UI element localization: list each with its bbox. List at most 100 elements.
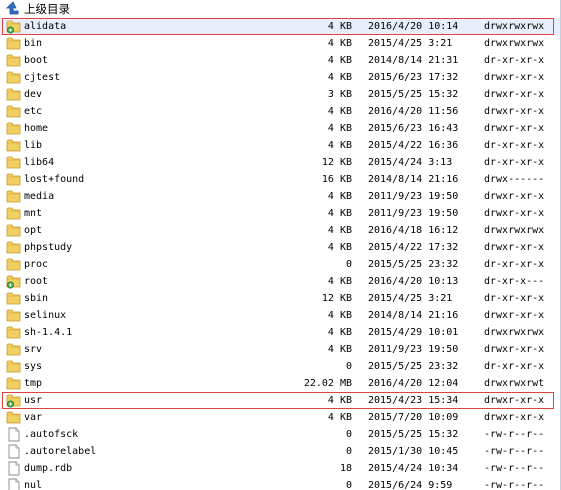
file-name: tmp: [24, 378, 43, 389]
file-name: phpstudy: [24, 242, 73, 253]
file-date: 2015/7/20 10:09: [368, 412, 459, 423]
file-list: alidata 4 KB 2016/4/20 10:14 drwxrwxrwx bin 4…: [0, 18, 560, 490]
file-date: 2015/5/25 15:32: [368, 89, 459, 100]
file-row[interactable]: opt 4 KB 2016/4/18 16:12 drwxrwxrwx: [0, 222, 560, 239]
file-size: 0: [345, 446, 352, 457]
file-row[interactable]: selinux 4 KB 2014/8/14 21:16 drwxr-xr-x: [0, 307, 560, 324]
file-row[interactable]: etc 4 KB 2016/4/20 11:56 drwxr-xr-x: [0, 103, 560, 120]
file-icon: [6, 478, 22, 490]
file-row[interactable]: sys 0 2015/5/25 23:32 dr-xr-xr-x: [0, 358, 560, 375]
folder-icon: [6, 410, 22, 425]
file-date: 2015/4/24 10:34: [368, 463, 459, 474]
file-size: 12 KB: [321, 157, 352, 168]
file-permissions: drwxr-xr-x: [484, 191, 545, 202]
file-date: 2015/5/25 23:32: [368, 361, 459, 372]
file-name: mnt: [24, 208, 43, 219]
file-size: 12 KB: [321, 293, 352, 304]
file-row[interactable]: home 4 KB 2015/6/23 16:43 drwxr-xr-x: [0, 120, 560, 137]
parent-directory-link[interactable]: 上级目录: [0, 0, 560, 18]
file-row[interactable]: alidata 4 KB 2016/4/20 10:14 drwxrwxrwx: [0, 18, 560, 35]
file-size: 4 KB: [327, 208, 352, 219]
file-size: 4 KB: [327, 21, 352, 32]
file-permissions: drwxrwxrwx: [484, 225, 545, 236]
folder-icon: [6, 342, 22, 357]
file-permissions: drwxr-xr-x: [484, 242, 545, 253]
folder-icon: [6, 138, 22, 153]
file-date: 2015/6/23 16:43: [368, 123, 459, 134]
file-row[interactable]: dev 3 KB 2015/5/25 15:32 drwxr-xr-x: [0, 86, 560, 103]
file-size: 4 KB: [327, 327, 352, 338]
file-row[interactable]: lost+found 16 KB 2014/8/14 21:16 drwx------: [0, 171, 560, 188]
file-row[interactable]: sh-1.4.1 4 KB 2015/4/29 10:01 drwxrwxrwx: [0, 324, 560, 341]
file-size: 4 KB: [327, 412, 352, 423]
file-name: root: [24, 276, 49, 287]
file-row[interactable]: phpstudy 4 KB 2015/4/22 17:32 drwxr-xr-x: [0, 239, 560, 256]
file-size: 4 KB: [327, 106, 352, 117]
file-date: 2016/4/18 16:12: [368, 225, 459, 236]
file-name: sys: [24, 361, 43, 372]
file-date: 2016/4/20 11:56: [368, 106, 459, 117]
file-date: 2015/4/22 17:32: [368, 242, 459, 253]
file-name: nul: [24, 480, 43, 490]
file-size: 4 KB: [327, 395, 352, 406]
file-size: 4 KB: [327, 344, 352, 355]
file-row[interactable]: media 4 KB 2011/9/23 19:50 drwxr-xr-x: [0, 188, 560, 205]
file-row[interactable]: bin 4 KB 2015/4/25 3:21 drwxrwxrwx: [0, 35, 560, 52]
file-row[interactable]: proc 0 2015/5/25 23:32 dr-xr-xr-x: [0, 256, 560, 273]
file-name: lost+found: [24, 174, 85, 185]
file-permissions: dr-xr-xr-x: [484, 55, 545, 66]
file-row[interactable]: tmp 22.02 MB 2016/4/20 12:04 drwxrwxrwt: [0, 375, 560, 392]
file-date: 2015/4/25 3:21: [368, 293, 453, 304]
file-size: 4 KB: [327, 191, 352, 202]
file-permissions: drwxr-xr-x: [484, 395, 545, 406]
file-size: 4 KB: [327, 55, 352, 66]
file-permissions: drwxrwxrwx: [484, 327, 545, 338]
file-date: 2014/8/14 21:31: [368, 55, 459, 66]
folder-icon: [6, 206, 22, 221]
file-permissions: -rw-r--r--: [484, 480, 545, 490]
file-permissions: dr-xr-xr-x: [484, 361, 545, 372]
file-size: 4 KB: [327, 242, 352, 253]
file-name: lib: [24, 140, 43, 151]
file-permissions: dr-xr-xr-x: [484, 140, 545, 151]
file-name: cjtest: [24, 72, 61, 83]
highlight-box: [2, 392, 554, 409]
file-name: sbin: [24, 293, 49, 304]
folder-plus-icon: [6, 393, 22, 408]
file-row[interactable]: boot 4 KB 2014/8/14 21:31 dr-xr-xr-x: [0, 52, 560, 69]
file-row[interactable]: root 4 KB 2016/4/20 10:13 dr-xr-x---: [0, 273, 560, 290]
file-permissions: drwx------: [484, 174, 545, 185]
file-date: 2011/9/23 19:50: [368, 344, 459, 355]
file-size: 0: [345, 361, 352, 372]
file-row[interactable]: var 4 KB 2015/7/20 10:09 drwxr-xr-x: [0, 409, 560, 426]
file-permissions: drwxr-xr-x: [484, 89, 545, 100]
file-row[interactable]: sbin 12 KB 2015/4/25 3:21 dr-xr-xr-x: [0, 290, 560, 307]
file-name: srv: [24, 344, 43, 355]
file-permissions: dr-xr-xr-x: [484, 259, 545, 270]
file-size: 0: [345, 480, 352, 490]
file-date: 2015/4/29 10:01: [368, 327, 459, 338]
folder-icon: [6, 87, 22, 102]
file-name: .autorelabel: [24, 446, 97, 457]
file-row[interactable]: usr 4 KB 2015/4/23 15:34 drwxr-xr-x: [0, 392, 560, 409]
file-permissions: drwxr-xr-x: [484, 106, 545, 117]
file-row[interactable]: nul 0 2015/6/24 9:59 -rw-r--r--: [0, 477, 560, 490]
file-row[interactable]: .autorelabel 0 2015/1/30 10:45 -rw-r--r--: [0, 443, 560, 460]
file-size: 4 KB: [327, 140, 352, 151]
file-size: 0: [345, 259, 352, 270]
file-row[interactable]: cjtest 4 KB 2015/6/23 17:32 drwxr-xr-x: [0, 69, 560, 86]
folder-icon: [6, 53, 22, 68]
file-name: usr: [24, 395, 43, 406]
file-row[interactable]: dump.rdb 18 2015/4/24 10:34 -rw-r--r--: [0, 460, 560, 477]
file-row[interactable]: mnt 4 KB 2011/9/23 19:50 drwxr-xr-x: [0, 205, 560, 222]
file-name: proc: [24, 259, 49, 270]
file-name: lib64: [24, 157, 55, 168]
folder-icon: [6, 104, 22, 119]
file-row[interactable]: srv 4 KB 2011/9/23 19:50 drwxr-xr-x: [0, 341, 560, 358]
folder-icon: [6, 376, 22, 391]
file-row[interactable]: .autofsck 0 2015/5/25 15:32 -rw-r--r--: [0, 426, 560, 443]
file-permissions: drwxr-xr-x: [484, 310, 545, 321]
folder-icon: [6, 291, 22, 306]
file-row[interactable]: lib 4 KB 2015/4/22 16:36 dr-xr-xr-x: [0, 137, 560, 154]
file-row[interactable]: lib64 12 KB 2015/4/24 3:13 dr-xr-xr-x: [0, 154, 560, 171]
